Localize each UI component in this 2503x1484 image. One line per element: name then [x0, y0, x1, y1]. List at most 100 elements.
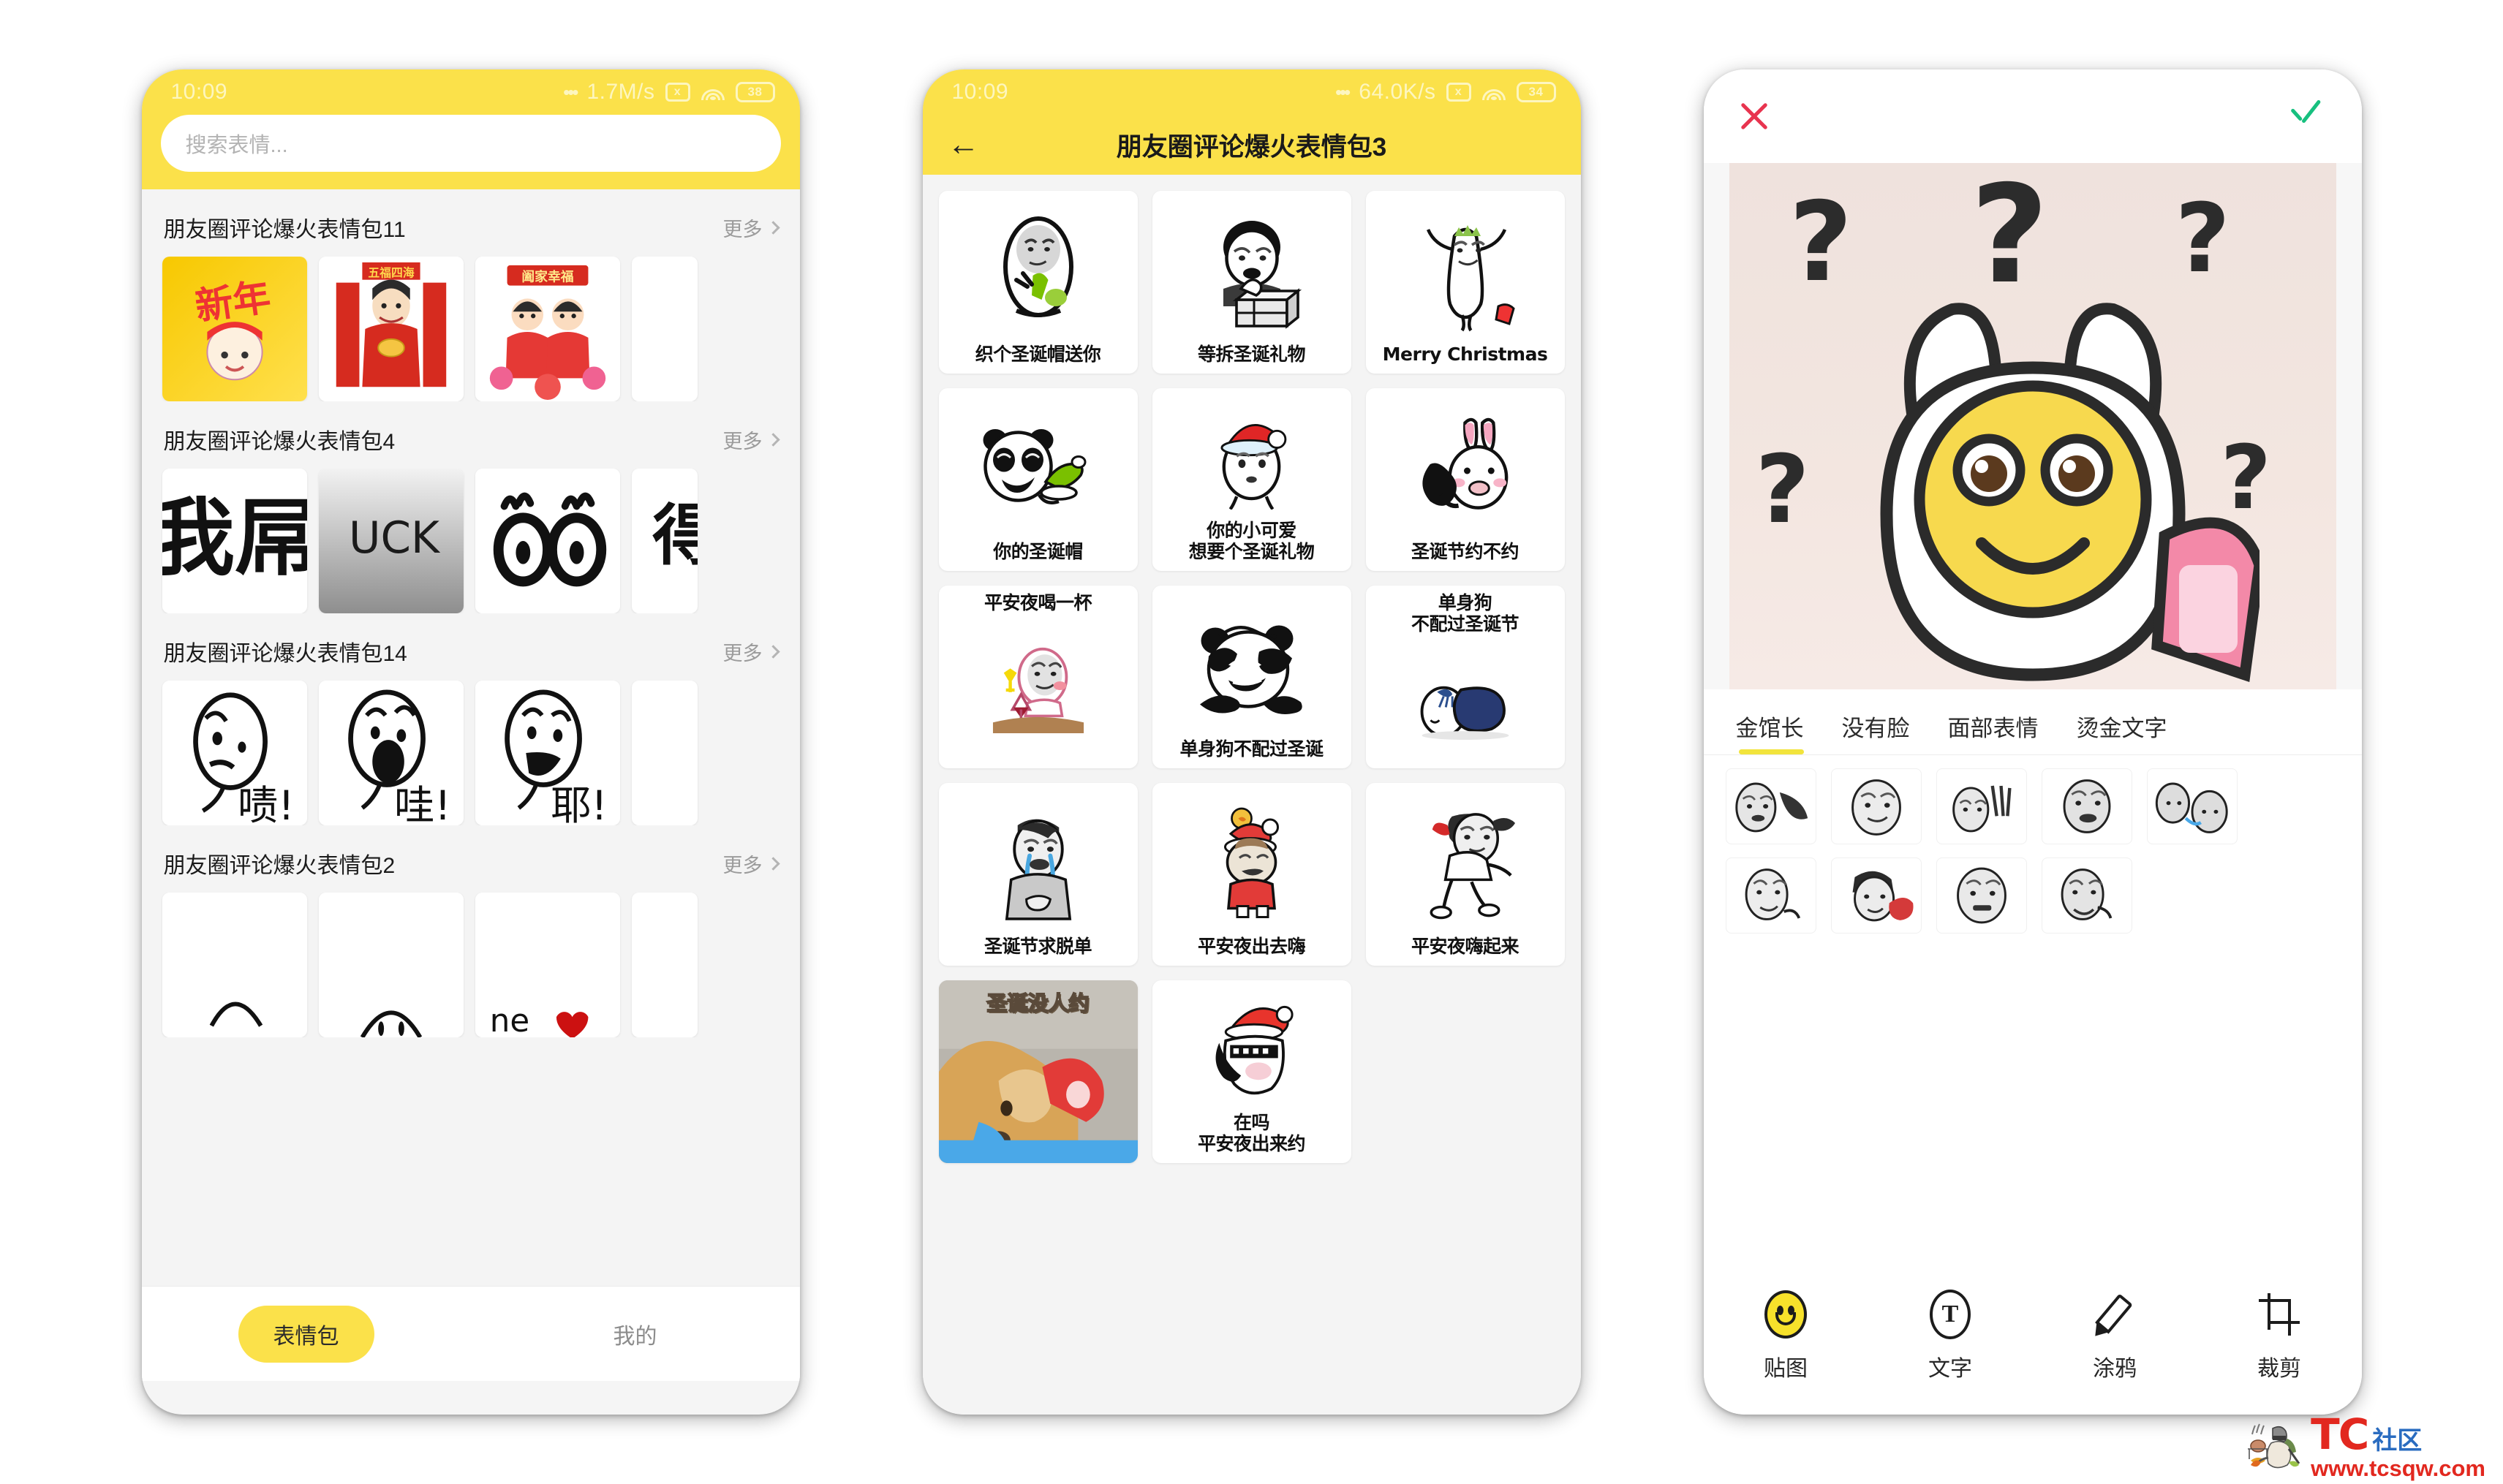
tab-label: 金馆长 [1735, 716, 1804, 741]
sticker-card[interactable]: ne [475, 893, 620, 1037]
editor-canvas[interactable]: ? ? ? ? ? [1703, 163, 2362, 689]
sticker-palette[interactable] [1704, 755, 2362, 934]
bunny-character-art [1879, 303, 2260, 682]
svg-text:哇!: 哇! [393, 783, 450, 825]
palette-sticker[interactable] [1936, 858, 2027, 934]
tab-mine[interactable]: 我的 [471, 1306, 800, 1363]
sticker-tile[interactable]: 单身狗不配过圣诞 [1152, 586, 1351, 768]
palette-sticker[interactable] [1725, 858, 1816, 934]
canvas-image[interactable]: ? ? ? ? ? [1729, 163, 2336, 689]
tab-tangjinwenzi[interactable]: 烫金文字 [2058, 703, 2186, 754]
tab-stickers[interactable]: 表情包 [142, 1305, 471, 1363]
section-more-button[interactable]: 更多 [723, 849, 780, 878]
sticker-card[interactable]: 啧! [162, 681, 307, 825]
tab-label: 没有脸 [1841, 716, 1910, 741]
palette-sticker[interactable] [1936, 768, 2027, 844]
tab-mianbubiaoqing[interactable]: 面部表情 [1929, 703, 2058, 754]
svg-text:UCK: UCK [349, 513, 441, 564]
site-watermark: TC 社区 www.tcsqw.com [2240, 1413, 2485, 1480]
sticker-tile[interactable]: 圣诞没人约 [938, 980, 1138, 1163]
tab-jinguanzhang[interactable]: 金馆长 [1729, 703, 1823, 754]
sticker-row[interactable]: 啧! 哇! 耶! [142, 681, 800, 825]
close-icon[interactable] [1737, 99, 1771, 133]
sticker-card[interactable]: 阖家幸福 [475, 257, 620, 401]
chevron-right-icon [766, 644, 780, 659]
palette-sticker[interactable] [2041, 858, 2132, 934]
sticker-art [1370, 395, 1560, 542]
sticker-tile[interactable]: Merry Christmas [1365, 191, 1565, 374]
sticker-tile[interactable]: 圣诞节求脱单 [938, 783, 1138, 966]
sticker-tile[interactable]: 圣诞节约不约 [1365, 388, 1565, 571]
sticker-card-partial[interactable] [631, 681, 698, 825]
sticker-tile[interactable]: 织个圣诞帽送你 [938, 191, 1138, 374]
phone-1-sticker-list: 10:09 ••• 1.7M/s x 38 搜索表情... 朋友圈评论爆火表情包… [141, 69, 800, 1415]
signal-dots-icon: ••• [563, 80, 578, 103]
chevron-right-icon [766, 220, 780, 235]
sticker-row[interactable]: 新年 五福四海 阖家幸福 [142, 257, 800, 401]
svg-text:五福四海: 五福四海 [368, 266, 414, 280]
screencast-icon: x [665, 83, 690, 102]
svg-text:我屌: 我屌 [162, 490, 307, 588]
sticker-tile[interactable]: 平安夜喝一杯 [938, 586, 1138, 768]
tool-label: 涂鸦 [2093, 1357, 2137, 1381]
sticker-tile[interactable]: 单身狗 不配过圣诞节 [1365, 586, 1565, 768]
sticker-palette-row [1725, 858, 2340, 934]
tool-doodle[interactable]: 涂鸦 [2033, 1292, 2197, 1382]
sticker-tile[interactable]: 你的圣诞帽 [938, 388, 1138, 571]
palette-sticker[interactable] [1830, 768, 1922, 844]
phone1-scroll-body[interactable]: 朋友圈评论爆火表情包11 更多 新年 五福四海 阖家幸福 朋友圈评论爆火表情包4… [141, 189, 800, 1381]
back-arrow-icon[interactable]: ← [948, 129, 980, 161]
sticker-palette-row [1725, 768, 2340, 844]
battery-icon: 34 [1516, 82, 1556, 102]
more-label: 更多 [722, 430, 763, 453]
sticker-art [943, 617, 1133, 760]
svg-text:ne: ne [489, 1003, 529, 1037]
phone2-sticker-grid-scroll[interactable]: 织个圣诞帽送你 等拆圣诞礼物 Merry Christmas 你的圣诞帽 你的小… [922, 175, 1581, 1415]
tab-meiyoulian[interactable]: 没有脸 [1823, 703, 1929, 754]
sticker-tile[interactable]: 平安夜出去嗨 [1152, 783, 1351, 966]
sticker-tile[interactable]: 等拆圣诞礼物 [1152, 191, 1351, 374]
sticker-card[interactable] [475, 469, 620, 613]
sticker-art [1157, 988, 1347, 1113]
editor-top-bar [1703, 69, 2362, 163]
sticker-row[interactable]: ne [142, 893, 800, 1037]
page-title: 朋友圈评论爆火表情包3 [1116, 132, 1387, 162]
sticker-card[interactable]: 新年 [162, 257, 307, 401]
sticker-art [1370, 198, 1560, 344]
search-input[interactable]: 搜索表情... [160, 115, 781, 172]
chevron-right-icon [766, 856, 780, 871]
tab-label: 烫金文字 [2076, 716, 2167, 741]
sticker-card-partial[interactable] [631, 893, 698, 1037]
palette-sticker[interactable] [1725, 768, 1816, 844]
tab-stickers-label: 表情包 [238, 1305, 374, 1363]
sticker-card[interactable] [318, 893, 464, 1037]
palette-sticker[interactable] [2146, 768, 2238, 844]
palette-sticker[interactable] [2041, 768, 2132, 844]
check-icon[interactable] [2289, 100, 2328, 132]
battery-icon: 38 [735, 82, 775, 102]
sticker-art [943, 198, 1133, 344]
tool-text[interactable]: T 文字 [1868, 1290, 2033, 1382]
crop-icon [2259, 1292, 2300, 1337]
sticker-card[interactable]: 五福四海 [318, 257, 464, 401]
sticker-card-partial[interactable]: 得 [631, 469, 698, 613]
sticker-card-partial[interactable] [631, 257, 698, 401]
palette-sticker[interactable] [1830, 858, 1922, 934]
sticker-caption: 平安夜出去嗨 [1197, 935, 1306, 957]
sticker-card[interactable]: UCK [318, 469, 464, 613]
tool-sticker[interactable]: 贴图 [1704, 1290, 1868, 1382]
sticker-card[interactable]: 哇! [318, 681, 464, 825]
sticker-tile[interactable]: 你的小可爱 想要个圣诞礼物 [1152, 388, 1351, 571]
tool-crop[interactable]: 裁剪 [2197, 1292, 2362, 1382]
sticker-card[interactable]: 耶! [475, 681, 620, 825]
sticker-art [1157, 593, 1347, 739]
sticker-tile[interactable]: 平安夜嗨起来 [1365, 783, 1565, 966]
sticker-tile[interactable]: 在吗 平安夜出来约 [1152, 980, 1351, 1163]
sticker-card[interactable] [162, 893, 307, 1037]
section-more-button[interactable]: 更多 [722, 425, 780, 454]
section-more-button[interactable]: 更多 [723, 637, 780, 666]
sticker-row[interactable]: 我屌 UCK [142, 469, 800, 613]
section-more-button[interactable]: 更多 [723, 213, 780, 242]
sticker-card[interactable]: 我屌 [162, 469, 307, 613]
text-icon: T [1930, 1290, 1971, 1339]
